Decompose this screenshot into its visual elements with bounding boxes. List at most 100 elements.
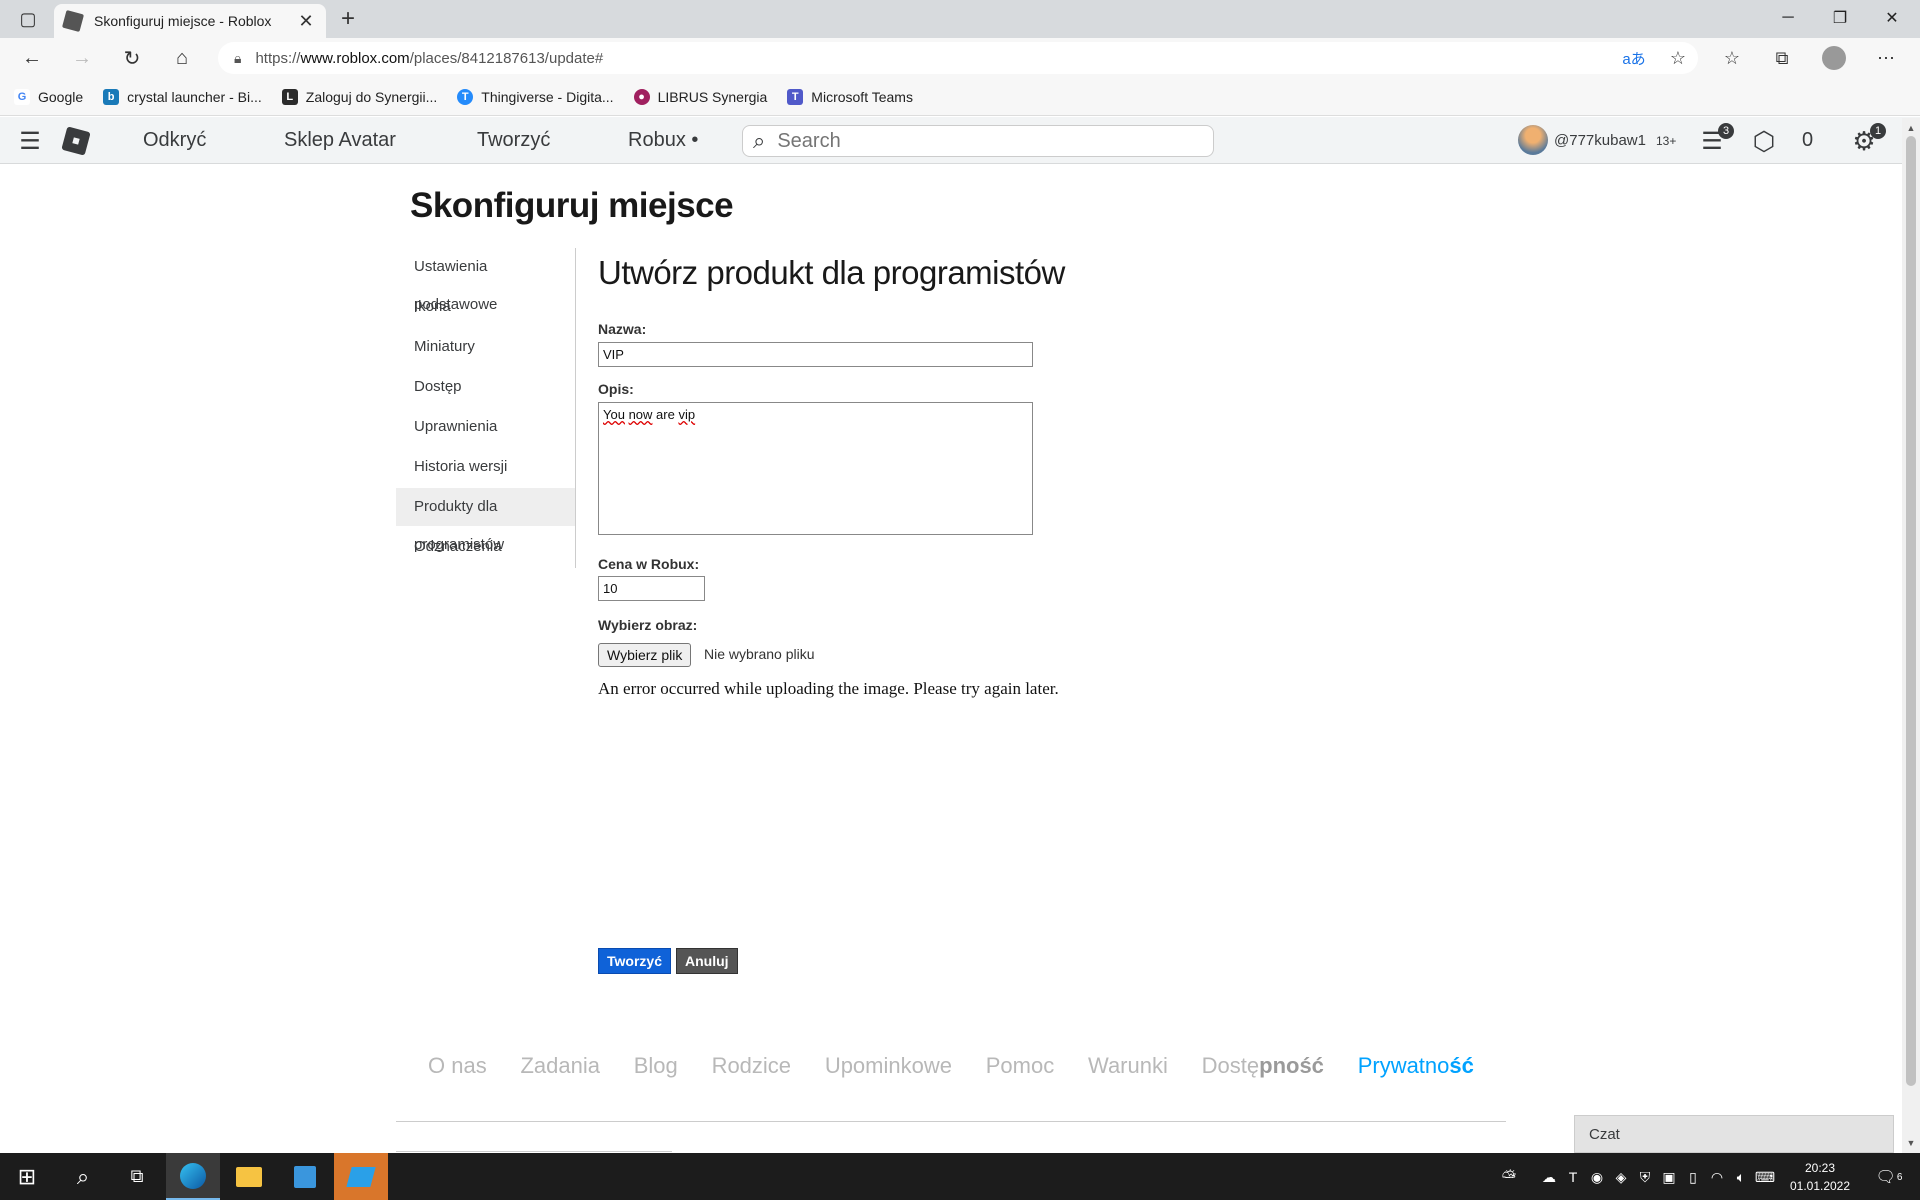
roblox-favicon-icon — [61, 9, 85, 33]
bookmark-thingiverse[interactable]: T Thingiverse - Digita... — [457, 88, 614, 105]
nav-robux[interactable]: Robux • — [628, 129, 698, 152]
search-box[interactable]: ⌕ — [742, 125, 1214, 157]
wifi-icon[interactable]: ◠ — [1706, 1167, 1728, 1187]
name-input[interactable] — [598, 342, 1033, 367]
description-word: are — [656, 407, 675, 422]
footer-link-parents[interactable]: Rodzice — [712, 1053, 791, 1079]
chat-bar[interactable]: Czat — [1574, 1115, 1894, 1153]
description-word: now — [628, 407, 653, 422]
scroll-down-icon[interactable]: ▼ — [1902, 1135, 1920, 1151]
username[interactable]: @777kubaw1 — [1554, 132, 1646, 149]
home-icon[interactable]: ⌂ — [164, 42, 200, 74]
messages-icon[interactable]: ☰ 3 — [1696, 123, 1734, 157]
footer-link-blog[interactable]: Blog — [634, 1053, 678, 1079]
taskbar-search-icon[interactable]: ⌕ — [56, 1153, 110, 1200]
sidebar-item-basic-settings[interactable]: Ustawienia — [396, 248, 575, 286]
footer-link-terms[interactable]: Warunki — [1088, 1053, 1168, 1079]
battery-icon[interactable]: ▯ — [1682, 1167, 1704, 1187]
bing-icon: b — [103, 88, 120, 105]
file-explorer-icon[interactable] — [222, 1153, 276, 1200]
nav-avatar-shop[interactable]: Sklep Avatar — [284, 129, 396, 152]
roblox-studio-icon[interactable] — [334, 1153, 388, 1200]
config-sidebar: Ustawienia podstawowe Ikona Miniatury Do… — [396, 248, 576, 568]
bookmark-synergia[interactable]: L Zaloguj do Synergii... — [281, 88, 437, 105]
browser-tab-active[interactable]: Skonfiguruj miejsce - Roblox ✕ — [54, 4, 326, 38]
collections-icon[interactable]: ⧉ — [1764, 42, 1800, 74]
page-scrollbar[interactable]: ▲ ▼ — [1902, 118, 1920, 1153]
nav-create[interactable]: Tworzyć — [477, 129, 550, 152]
footer-link-accessibility[interactable]: Dostępność — [1202, 1053, 1324, 1079]
sidebar-item-thumbnails[interactable]: Miniatury — [396, 328, 575, 366]
windows-start-icon[interactable]: ⊞ — [0, 1153, 54, 1200]
sidebar-item-icon[interactable]: Ikona — [414, 298, 451, 315]
back-arrow-icon[interactable]: ← — [14, 42, 50, 74]
notification-count: 6 — [1896, 1171, 1903, 1183]
form-title: Utwórz produkt dla programistów — [598, 254, 1065, 291]
clock-date: 01.01.2022 — [1789, 1179, 1851, 1193]
minimize-icon[interactable]: ─ — [1762, 0, 1814, 36]
tray-app-icon[interactable]: ◈ — [1610, 1167, 1632, 1187]
footer-link-gift-cards[interactable]: Upominkowe — [825, 1053, 952, 1079]
price-input[interactable] — [598, 576, 705, 601]
forward-arrow-icon[interactable]: → — [64, 42, 100, 74]
new-tab-icon[interactable]: + — [332, 4, 364, 34]
bookmark-teams[interactable]: T Microsoft Teams — [787, 88, 913, 105]
footer-link-jobs[interactable]: Zadania — [520, 1053, 600, 1079]
translate-icon[interactable]: aあ — [1616, 42, 1652, 74]
cancel-button[interactable]: Anuluj — [676, 948, 738, 974]
sidebar-item-access[interactable]: Dostęp — [396, 368, 575, 406]
edge-browser-icon[interactable] — [166, 1153, 220, 1200]
description-word: You — [603, 407, 625, 422]
hamburger-menu-icon[interactable]: ☰ — [14, 125, 46, 157]
more-menu-icon[interactable]: ⋯ — [1868, 42, 1904, 74]
sidebar-item-developer-products[interactable]: Produkty dla — [396, 488, 575, 526]
description-textarea[interactable]: You now are vip — [598, 402, 1033, 535]
sidebar-item-version-history[interactable]: Historia wersji — [396, 448, 575, 486]
defender-icon[interactable]: ⛨ — [1634, 1167, 1656, 1187]
footer-divider — [396, 1121, 1506, 1122]
volume-icon[interactable]: 🔈︎ — [1730, 1167, 1752, 1187]
window-close-icon[interactable]: ✕ — [1866, 0, 1918, 36]
tab-actions-icon[interactable]: ▢ — [10, 5, 46, 33]
refresh-icon[interactable]: ↻ — [114, 42, 150, 74]
task-view-icon[interactable]: ⧉ — [110, 1153, 164, 1200]
windows-taskbar: ⊞ ⌕ ⧉ ⛅︎ ☁ T ◉ ◈ ⛨ ▣ ▯ ◠ 🔈︎ ⌨ 20:23 01.0… — [0, 1153, 1920, 1200]
description-word: vip — [678, 407, 696, 422]
scroll-thumb[interactable] — [1906, 136, 1916, 1086]
settings-gear-icon[interactable]: ⚙ 1 — [1848, 123, 1886, 157]
microsoft-store-icon[interactable] — [278, 1153, 332, 1200]
notification-center-icon[interactable]: 🗨︎ 6 — [1872, 1167, 1906, 1187]
profile-icon[interactable] — [1816, 42, 1852, 74]
footer-link-help[interactable]: Pomoc — [986, 1053, 1054, 1079]
search-icon: ⌕ — [753, 128, 766, 153]
onedrive-icon[interactable]: ☁ — [1538, 1167, 1560, 1187]
sidebar-item-badges[interactable]: Odznaczenia — [414, 538, 502, 555]
maximize-icon[interactable]: ❐ — [1814, 0, 1866, 36]
robux-icon[interactable]: ⬡ — [1748, 125, 1780, 157]
system-clock[interactable]: 20:23 01.01.2022 — [1780, 1159, 1860, 1195]
footer-link-privacy[interactable]: Prywatność — [1358, 1053, 1474, 1079]
add-favorite-icon[interactable]: ☆ — [1660, 42, 1696, 74]
keyboard-icon[interactable]: ⌨ — [1754, 1167, 1776, 1187]
nav-discover[interactable]: Odkryć — [143, 129, 206, 152]
sidebar-item-permissions[interactable]: Uprawnienia — [396, 408, 575, 446]
bookmark-google[interactable]: G Google — [14, 88, 83, 105]
weather-icon[interactable]: ⛅︎ — [1498, 1167, 1520, 1187]
choose-file-button[interactable]: Wybierz plik — [598, 643, 692, 667]
bookmark-crystal-launcher[interactable]: b crystal launcher - Bi... — [103, 88, 262, 105]
scroll-up-icon[interactable]: ▲ — [1902, 120, 1920, 136]
bookmark-librus[interactable]: ● LIBRUS Synergia — [633, 88, 767, 105]
teams-tray-icon[interactable]: T — [1562, 1167, 1584, 1187]
tab-close-icon[interactable]: ✕ — [296, 11, 316, 32]
tray-window-icon[interactable]: ▣ — [1658, 1167, 1680, 1187]
footer-link-about[interactable]: O nas — [428, 1053, 487, 1079]
favorites-icon[interactable]: ☆ — [1714, 42, 1750, 74]
create-button[interactable]: Tworzyć — [598, 948, 671, 974]
avatar[interactable] — [1518, 125, 1548, 155]
roblox-logo-icon[interactable] — [61, 126, 91, 156]
steam-icon[interactable]: ◉ — [1586, 1167, 1608, 1187]
url-field[interactable]: 🔒︎ https://www.roblox.com/places/8412187… — [218, 42, 1698, 74]
upload-error-message: An error occurred while uploading the im… — [598, 679, 1059, 698]
image-label: Wybierz obraz: — [598, 617, 698, 633]
search-input[interactable] — [777, 129, 1178, 153]
